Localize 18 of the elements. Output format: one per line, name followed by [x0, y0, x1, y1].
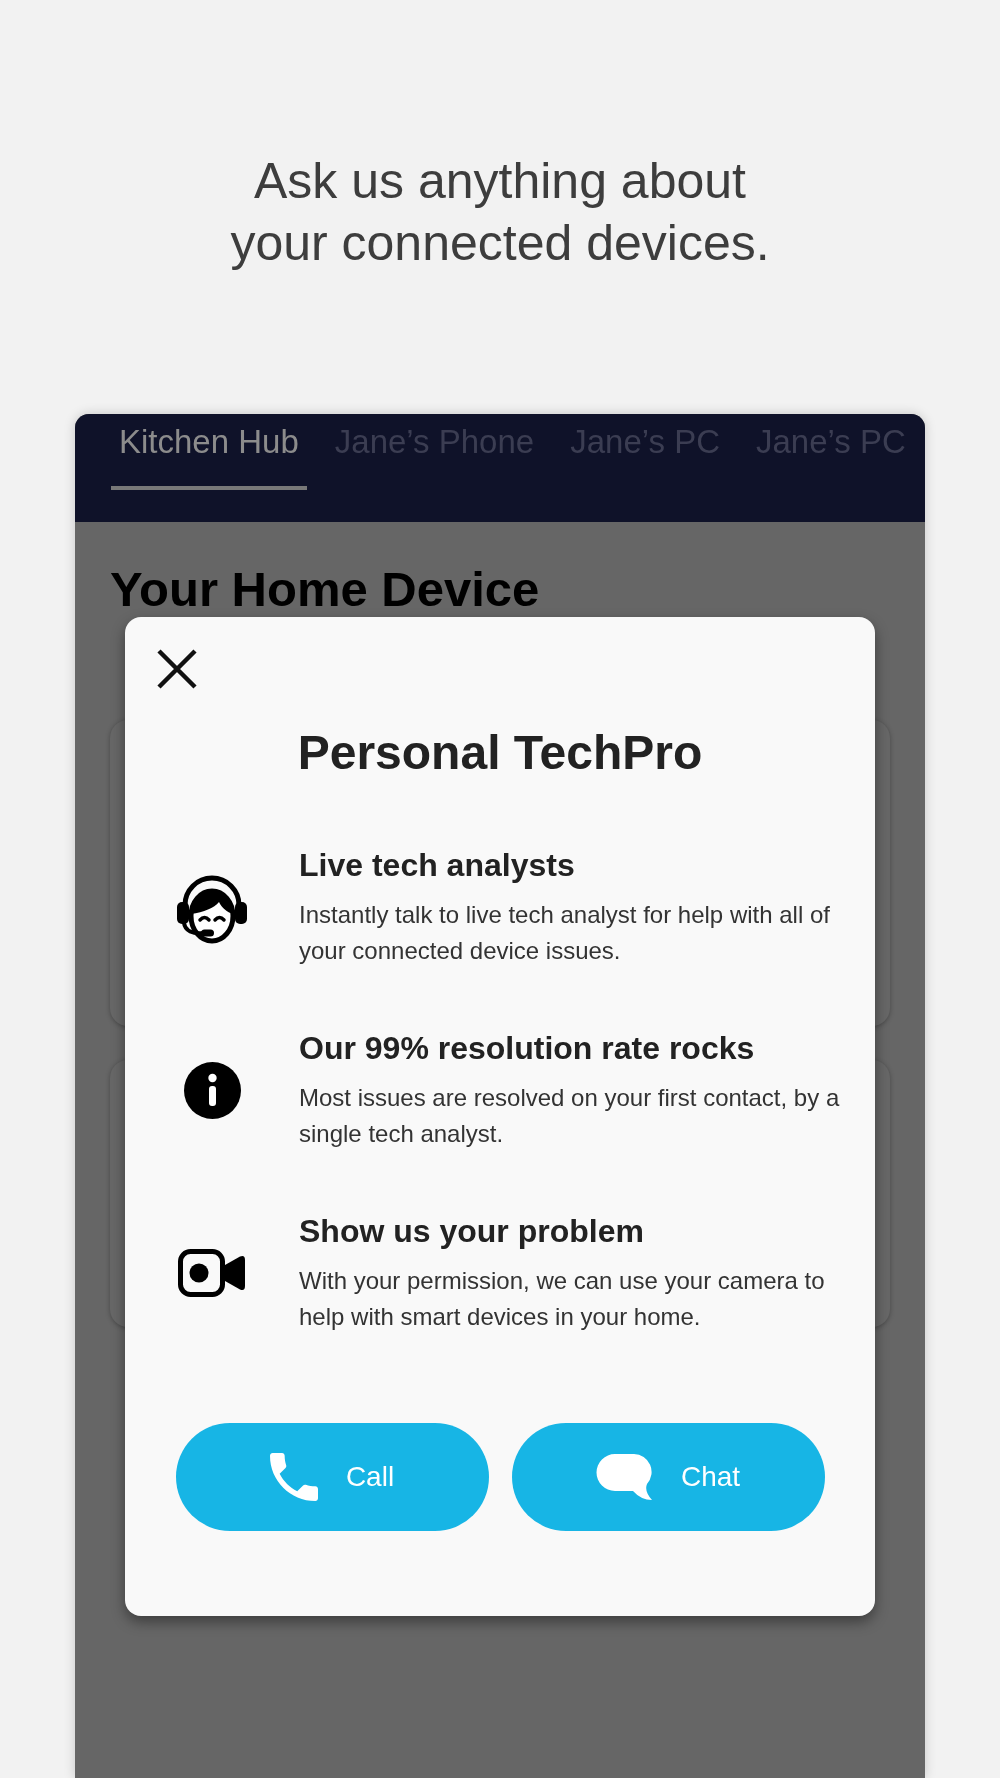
feature-title: Live tech analysts	[299, 846, 576, 885]
feature-description: With your permission, we can use your camera to help with smart devices in your home.	[299, 1266, 826, 1332]
feature-description: Instantly talk to live tech analyst for help with all of your connected device issues.	[299, 900, 831, 966]
feature-description: Most issues are resolved on your first contact, by a single tech analyst.	[299, 1083, 841, 1149]
chat-button[interactable]: Chat	[511, 1423, 825, 1531]
close-icon	[156, 649, 198, 689]
phone-icon	[269, 1453, 318, 1501]
page-headline: Ask us anything about your connected devices.	[229, 152, 771, 273]
feature-title: Show us your problem	[299, 1212, 645, 1251]
video-camera-icon	[177, 1249, 247, 1297]
device-tab[interactable]: Kitchen Hub	[111, 414, 307, 490]
call-button[interactable]: Call	[175, 1423, 489, 1531]
close-button[interactable]	[156, 649, 198, 689]
speech-bubble-icon	[595, 1453, 653, 1501]
info-icon	[183, 1061, 241, 1119]
feature-title: Our 99% resolution rate rocks	[299, 1029, 756, 1068]
section-title: Your Home Device	[110, 562, 540, 616]
dialog-title: Personal TechPro	[296, 725, 704, 781]
